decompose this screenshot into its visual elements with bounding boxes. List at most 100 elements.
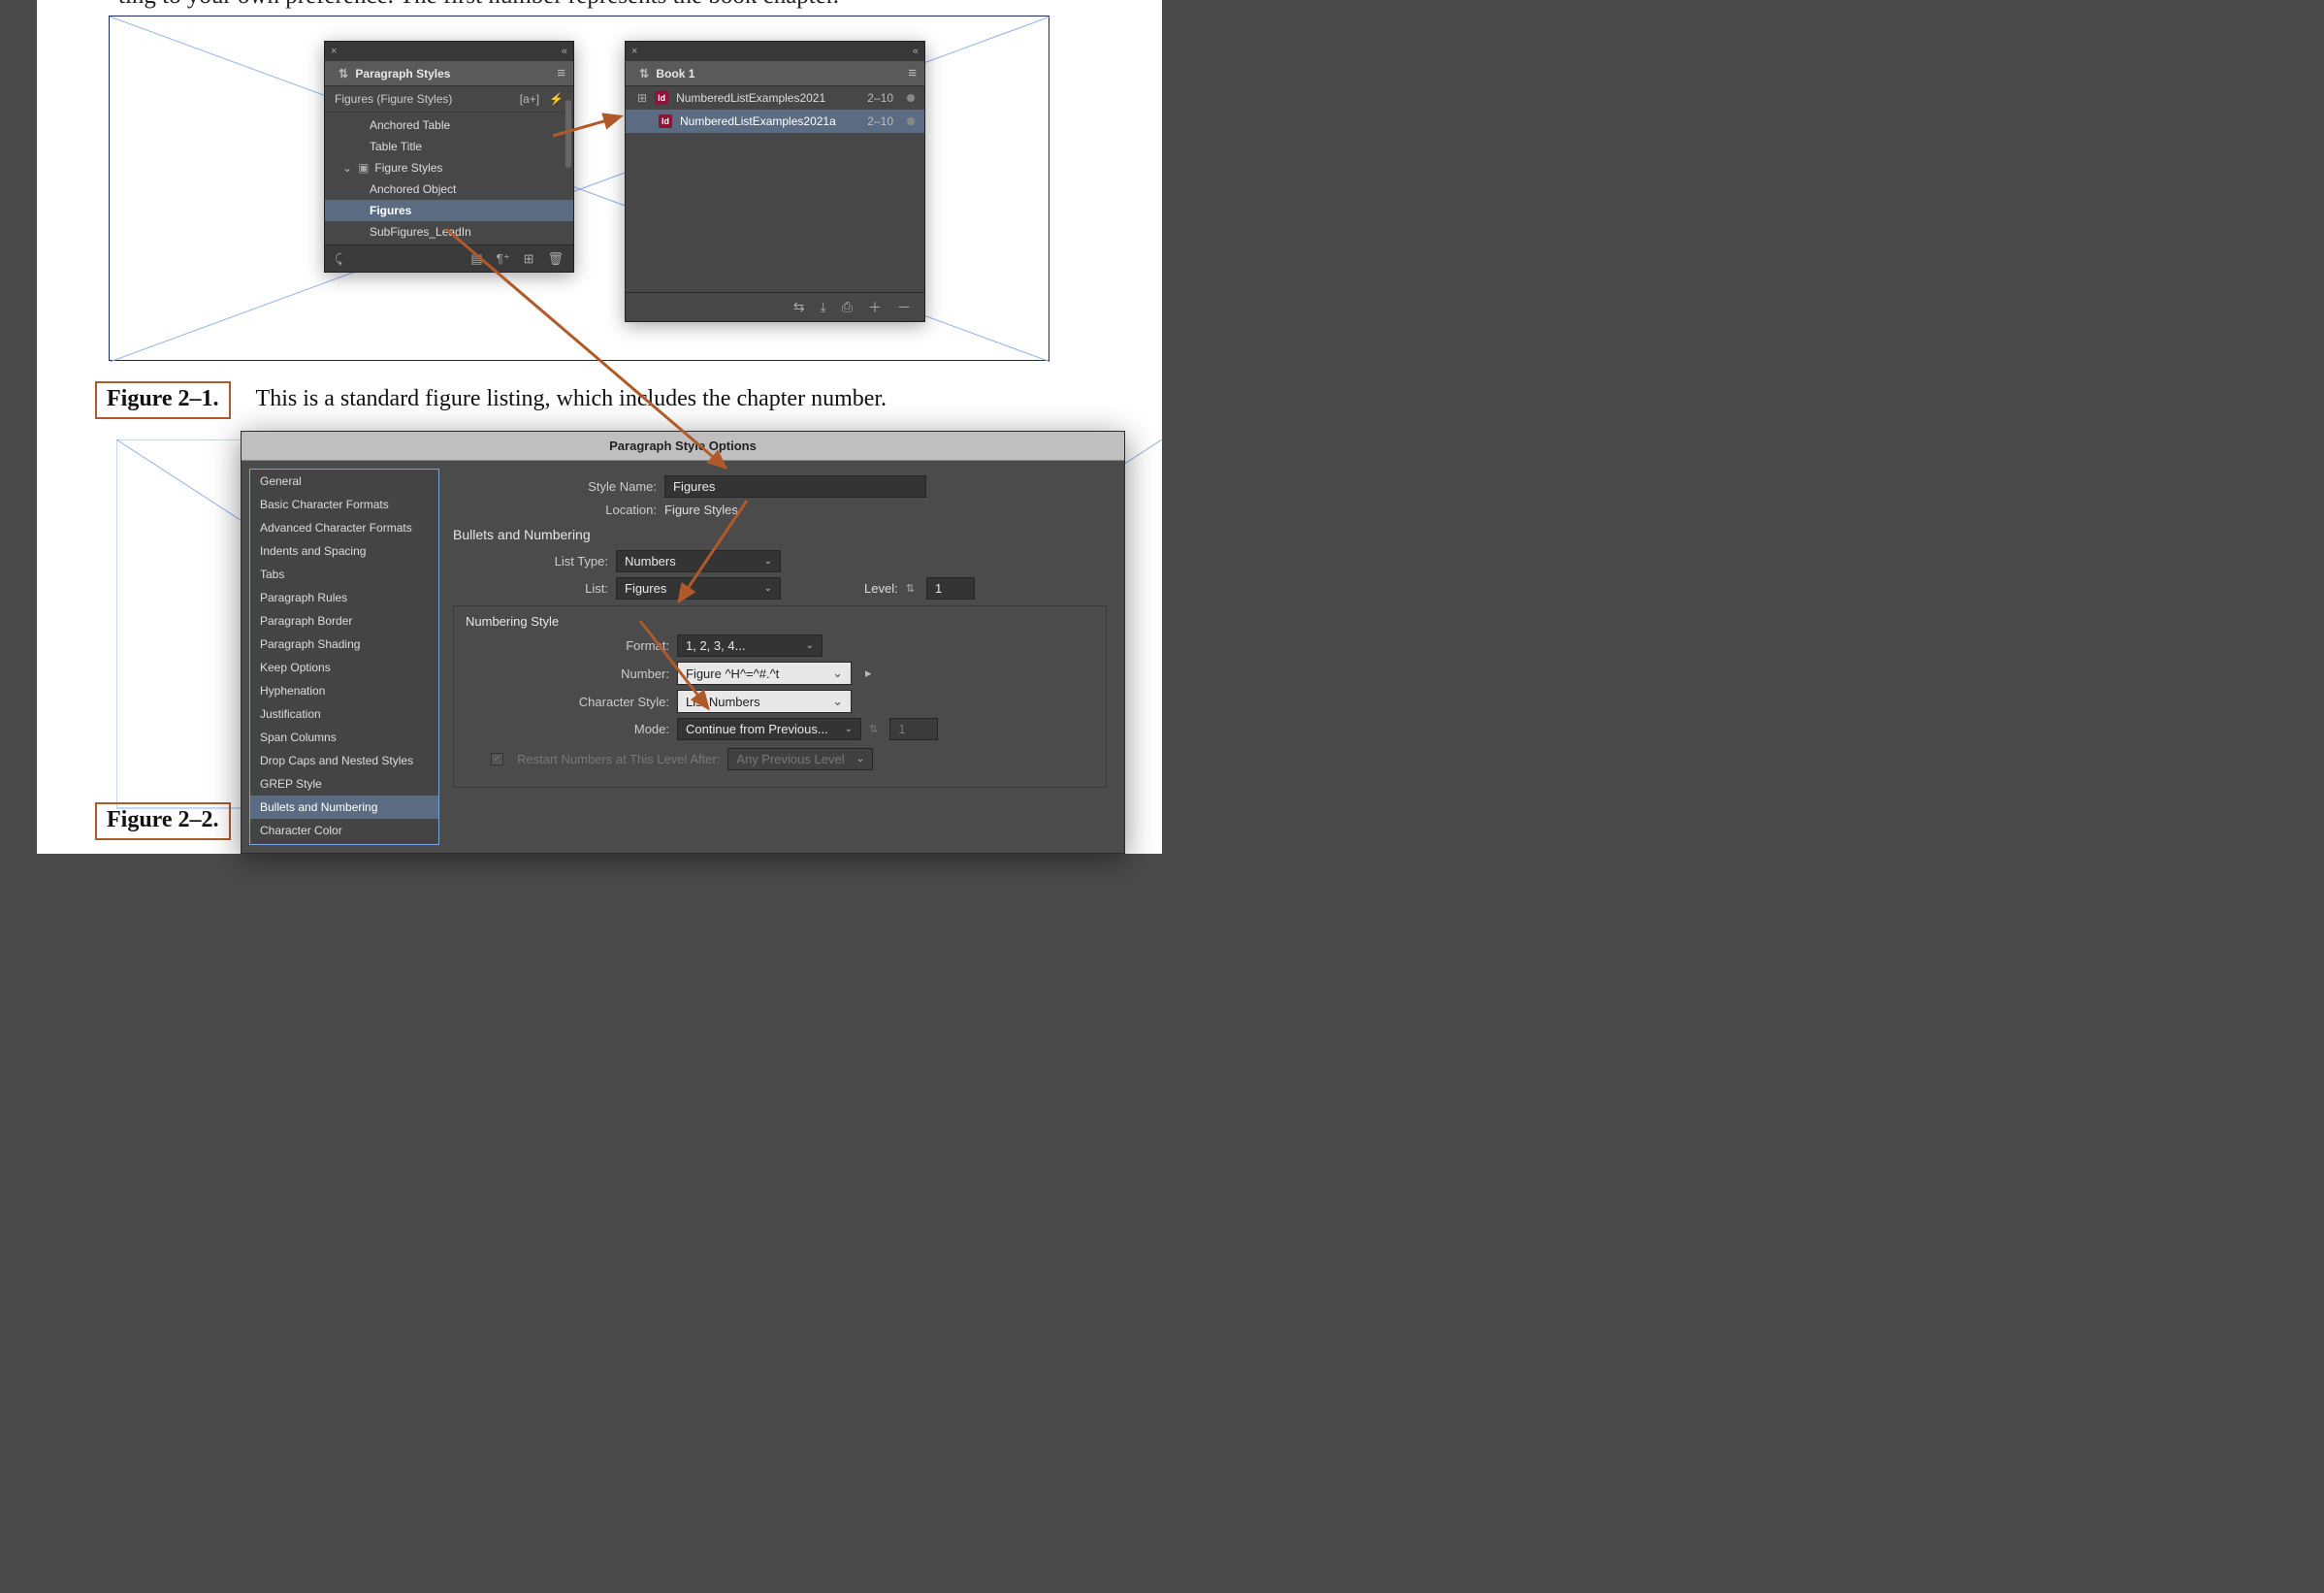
current-style-row: Figures (Figure Styles) [a+] ⚡ <box>325 86 573 113</box>
new-style-icon[interactable]: ⊞ <box>524 251 534 267</box>
save-icon[interactable]: ⤓ <box>821 299 826 315</box>
sync-icon[interactable]: ⇆ <box>793 299 805 315</box>
book-footer: ⇆ ⤓ ⎙ ＋ － <box>626 292 924 321</box>
side-item-opentype[interactable]: OpenType Features <box>250 842 438 845</box>
format-label: Format: <box>466 638 669 653</box>
close-icon[interactable]: × <box>631 46 637 57</box>
override-indicator-icon[interactable]: [a+] <box>520 92 539 106</box>
stepper-icon: ⇅ <box>639 67 649 81</box>
side-item-para-shading[interactable]: Paragraph Shading <box>250 633 438 656</box>
insert-special-icon[interactable]: ▸ <box>865 666 872 681</box>
select-value: Any Previous Level <box>736 752 844 766</box>
side-item-para-border[interactable]: Paragraph Border <box>250 609 438 633</box>
panel-menu-icon[interactable]: ≡ <box>908 65 917 81</box>
stepper-icon: ⇅ <box>339 67 348 81</box>
indesign-file-icon: Id <box>655 91 668 105</box>
status-dot-icon <box>907 117 915 125</box>
style-name-input[interactable] <box>664 475 926 498</box>
tab-book[interactable]: ⇅ Book 1 <box>633 63 700 84</box>
numbering-style-group: Numbering Style Format: 1, 2, 3, 4... ⌄ … <box>453 605 1107 788</box>
panel-menu-icon[interactable]: ≡ <box>557 65 565 81</box>
select-value: 1, 2, 3, 4... <box>686 638 745 653</box>
collapse-icon[interactable]: « <box>913 46 919 57</box>
folder-icon[interactable]: ▤ <box>470 251 482 267</box>
book-panel[interactable]: × « ⇅ Book 1 ≡ ⊞ Id NumberedListExamples… <box>625 41 925 322</box>
collapse-icon[interactable]: « <box>562 46 567 57</box>
style-item-anchored-object[interactable]: Anchored Object <box>325 179 573 200</box>
side-item-bullets-numbering[interactable]: Bullets and Numbering <box>250 796 438 819</box>
chevron-down-icon: ⌄ <box>806 640 814 651</box>
dialog-main: Style Name: Location: Figure Styles Bull… <box>447 461 1124 853</box>
book-row-1[interactable]: ⊞ Id NumberedListExamples2021 2–10 <box>626 86 924 110</box>
list-type-select[interactable]: Numbers ⌄ <box>616 550 781 572</box>
mode-select[interactable]: Continue from Previous... ⌄ <box>677 718 861 740</box>
tab-label: Book 1 <box>656 67 694 81</box>
style-item-figures[interactable]: Figures <box>325 200 573 221</box>
list-select[interactable]: Figures ⌄ <box>616 577 781 600</box>
side-item-adv-char[interactable]: Advanced Character Formats <box>250 516 438 539</box>
list-type-label: List Type: <box>453 554 608 569</box>
side-item-keep[interactable]: Keep Options <box>250 656 438 679</box>
panel-footer: ⤹ ▤ ¶⁺ ⊞ 🗑 <box>325 244 573 272</box>
select-value: Numbers <box>625 554 676 569</box>
side-item-justification[interactable]: Justification <box>250 702 438 726</box>
location-label: Location: <box>453 503 657 517</box>
scrollbar-thumb[interactable] <box>565 100 571 168</box>
quick-apply-icon[interactable]: ⚡ <box>549 92 564 106</box>
clear-override-icon[interactable]: ¶⁺ <box>497 251 510 267</box>
panel-titlebar[interactable]: × « <box>325 42 573 61</box>
side-item-tabs[interactable]: Tabs <box>250 563 438 586</box>
side-item-span-columns[interactable]: Span Columns <box>250 726 438 749</box>
select-value: Figures <box>625 581 666 596</box>
side-item-hyphenation[interactable]: Hyphenation <box>250 679 438 702</box>
style-list: Anchored Table Table Title ⌄ ▣ Figure St… <box>325 113 573 244</box>
panel-tabrow: ⇅ Book 1 ≡ <box>626 61 924 86</box>
import-icon[interactable]: ⤹ <box>335 251 342 267</box>
book-row-2[interactable]: Id NumberedListExamples2021a 2–10 <box>626 110 924 133</box>
side-item-grep-style[interactable]: GREP Style <box>250 772 438 796</box>
trash-icon[interactable]: 🗑 <box>547 251 564 267</box>
stepper-icon[interactable]: ⇅ <box>906 582 915 595</box>
restart-select: Any Previous Level ⌄ <box>727 748 873 770</box>
side-item-drop-caps[interactable]: Drop Caps and Nested Styles <box>250 749 438 772</box>
panel-tabrow: ⇅ Paragraph Styles ≡ <box>325 61 573 86</box>
tab-paragraph-styles[interactable]: ⇅ Paragraph Styles <box>333 63 456 84</box>
style-item-anchored-table[interactable]: Anchored Table <box>325 114 573 136</box>
side-item-basic-char[interactable]: Basic Character Formats <box>250 493 438 516</box>
print-icon[interactable]: ⎙ <box>842 299 853 315</box>
number-combo[interactable]: Figure ^H^=^#.^t ⌄ <box>677 662 852 685</box>
tab-label: Paragraph Styles <box>355 67 450 81</box>
figure-caption-1: Figure 2–1. This is a standard figure li… <box>95 381 887 419</box>
add-doc-icon[interactable]: ＋ <box>868 298 882 317</box>
current-style-name: Figures (Figure Styles) <box>335 92 452 106</box>
remove-doc-icon[interactable]: － <box>897 298 911 317</box>
indesign-file-icon: Id <box>659 114 672 128</box>
side-item-char-color[interactable]: Character Color <box>250 819 438 842</box>
style-item-table-title[interactable]: Table Title <box>325 136 573 157</box>
pasteboard: ting to your own preference. The first n… <box>0 0 1162 854</box>
side-item-general[interactable]: General <box>250 470 438 493</box>
location-value: Figure Styles <box>664 503 738 517</box>
side-item-indents[interactable]: Indents and Spacing <box>250 539 438 563</box>
level-input[interactable] <box>926 577 975 600</box>
style-group-figure-styles[interactable]: ⌄ ▣ Figure Styles <box>325 157 573 179</box>
close-icon[interactable]: × <box>331 46 337 57</box>
figure-label: Figure 2–2. <box>95 802 231 840</box>
chevron-down-icon: ⌄ <box>764 556 772 567</box>
style-source-icon: ⊞ <box>637 91 647 105</box>
paragraph-styles-panel[interactable]: × « ⇅ Paragraph Styles ≡ Figures (Figure… <box>324 41 574 273</box>
chevron-down-icon: ⌄ <box>764 583 772 594</box>
stepper-icon: ⇅ <box>869 723 878 735</box>
style-item-subfigures-leadin[interactable]: SubFigures_LeadIn <box>325 221 573 243</box>
dialog-sidebar: General Basic Character Formats Advanced… <box>249 469 439 845</box>
group-title: Numbering Style <box>466 614 1094 629</box>
status-dot-icon <box>907 94 915 102</box>
char-style-select[interactable]: List Numbers ⌄ <box>677 690 852 713</box>
level-label: Level: <box>864 581 898 596</box>
format-select[interactable]: 1, 2, 3, 4... ⌄ <box>677 634 823 657</box>
book-pages: 2–10 <box>867 91 893 105</box>
paragraph-style-options-dialog[interactable]: Paragraph Style Options General Basic Ch… <box>241 431 1125 854</box>
figure-caption-text: This is a standard figure listing, which… <box>256 386 888 411</box>
panel-titlebar[interactable]: × « <box>626 42 924 61</box>
side-item-para-rules[interactable]: Paragraph Rules <box>250 586 438 609</box>
